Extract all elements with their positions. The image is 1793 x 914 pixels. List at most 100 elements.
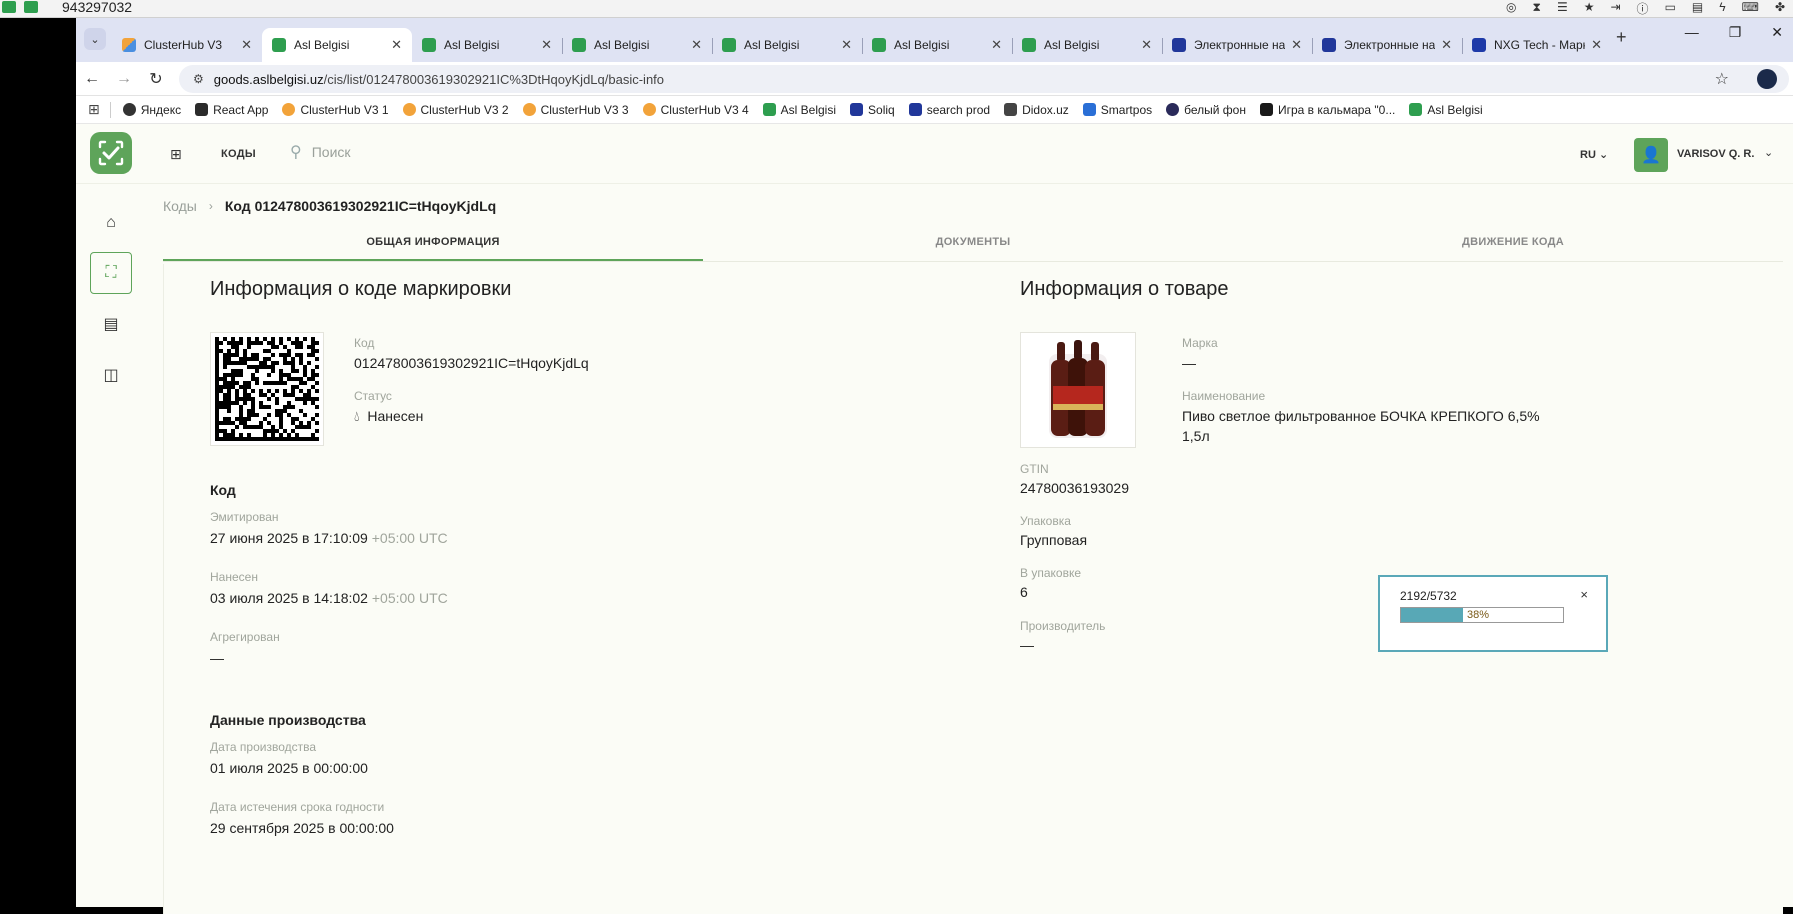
- scan-frame-icon[interactable]: ⛶: [90, 252, 132, 294]
- bookmark-label: Soliq: [868, 102, 895, 117]
- browser-tab[interactable]: Asl Belgisi ✕: [562, 30, 712, 60]
- window-controls: — ❐ ✕: [1685, 24, 1793, 41]
- tab-bar: ⌄ ClusterHub V3 ✕ Asl Belgisi ✕ Asl Belgisi ✕…: [76, 18, 1793, 62]
- user-avatar-icon[interactable]: 👤: [1634, 138, 1668, 172]
- tab-favicon-icon: [722, 38, 736, 52]
- bookmark-star-icon[interactable]: ☆: [1715, 69, 1729, 89]
- search-input[interactable]: [311, 144, 612, 160]
- site-settings-icon[interactable]: ⚙: [193, 72, 204, 86]
- tab-close-icon[interactable]: ✕: [1291, 37, 1302, 53]
- bookmark-item[interactable]: ClusterHub V3 4: [642, 103, 749, 117]
- login-icon[interactable]: ⇥: [1610, 0, 1620, 17]
- bookmark-label: React App: [213, 102, 269, 117]
- progress-popup: 2192/5732 × 38%: [1378, 575, 1608, 652]
- comment-icon[interactable]: ▤: [1692, 0, 1703, 17]
- tab-title: Asl Belgisi: [1044, 38, 1100, 52]
- database-icon[interactable]: ☰: [1557, 0, 1568, 17]
- bolt-icon[interactable]: ϟ: [1719, 0, 1725, 17]
- browser-tab[interactable]: Asl Belgisi ✕: [412, 30, 562, 60]
- bookmark-item[interactable]: белый фон: [1166, 103, 1246, 117]
- bookmark-item[interactable]: Игра в кальмара "0...: [1259, 103, 1395, 117]
- user-name[interactable]: VARISOV Q. R.: [1677, 148, 1754, 160]
- tab-close-icon[interactable]: ✕: [391, 37, 402, 53]
- browser-tab[interactable]: Электронные на ✕: [1162, 30, 1312, 60]
- back-arrow-icon[interactable]: ←: [76, 70, 108, 88]
- url-field[interactable]: ⚙ goods.aslbelgisi.uz/cis/list/012478003…: [179, 65, 1789, 93]
- bookmark-favicon-icon: [908, 103, 922, 116]
- tab-close-icon[interactable]: ✕: [691, 37, 702, 53]
- bookmark-item[interactable]: ClusterHub V3 2: [402, 103, 509, 117]
- tab-close-icon[interactable]: ✕: [841, 37, 852, 53]
- production-date-label: Дата производства: [210, 740, 317, 754]
- tab-documents[interactable]: ДОКУМЕНТЫ: [703, 222, 1243, 261]
- language-select[interactable]: RU ⌄: [1580, 148, 1608, 161]
- producer-value: —: [1020, 637, 1034, 653]
- extension-icon[interactable]: ✤: [1775, 0, 1785, 17]
- tab-title: Asl Belgisi: [744, 38, 800, 52]
- bookmark-label: Яндекс: [140, 102, 182, 117]
- browser-tab[interactable]: Asl Belgisi ✕: [712, 30, 862, 60]
- star-icon[interactable]: ★: [1584, 0, 1595, 17]
- tab-title: Asl Belgisi: [294, 38, 350, 52]
- bookmark-item[interactable]: Smartpos: [1082, 103, 1152, 117]
- breadcrumb: Коды › Код 012478003619302921IC=tHqoyKjd…: [163, 198, 496, 214]
- app-header: ⊞ КОДЫ ⚲ RU ⌄ 👤 VARISOV Q. R. ⌄: [76, 124, 1793, 184]
- tab-close-icon[interactable]: ✕: [1441, 37, 1452, 53]
- applied-datetime: 03 июля 2025 в 14:18:02: [210, 590, 368, 606]
- browser-tab[interactable]: Asl Belgisi ✕: [262, 28, 412, 62]
- nav-codes-link[interactable]: КОДЫ: [221, 148, 256, 160]
- window-icon[interactable]: ▭: [1665, 0, 1676, 17]
- tab-general-info[interactable]: ОБЩАЯ ИНФОРМАЦИЯ: [163, 222, 703, 261]
- close-window-icon[interactable]: ✕: [1771, 24, 1783, 41]
- browser-tab[interactable]: NXG Tech - Марк ✕: [1462, 30, 1612, 60]
- tab-close-icon[interactable]: ✕: [991, 37, 1002, 53]
- expiry-date-label: Дата истечения срока годности: [210, 800, 385, 814]
- keyboard-icon[interactable]: ⌨: [1742, 0, 1759, 17]
- bookmark-item[interactable]: Didox.uz: [1004, 103, 1069, 117]
- info-icon[interactable]: ⓘ: [1637, 0, 1649, 17]
- chart-box-icon[interactable]: ◫: [90, 354, 132, 396]
- apps-grid-icon[interactable]: ⊞: [88, 101, 100, 118]
- tab-code-movement[interactable]: ДВИЖЕНИЕ КОДА: [1243, 222, 1783, 261]
- reload-icon[interactable]: ↻: [140, 69, 172, 89]
- forward-arrow-icon[interactable]: →: [108, 70, 140, 88]
- document-icon[interactable]: ▤: [90, 303, 132, 345]
- search-box: ⚲: [290, 142, 612, 162]
- browser-tab[interactable]: ClusterHub V3 ✕: [112, 30, 262, 60]
- tab-close-icon[interactable]: ✕: [1591, 37, 1602, 53]
- tab-search-chevron-icon[interactable]: ⌄: [84, 28, 106, 50]
- restore-icon[interactable]: ❐: [1729, 24, 1742, 41]
- bookmark-item[interactable]: Soliq: [850, 103, 895, 117]
- bookmark-item[interactable]: Asl Belgisi: [1409, 103, 1483, 117]
- home-icon[interactable]: ⌂: [90, 202, 132, 244]
- bookmark-favicon-icon: [1082, 103, 1096, 116]
- expiry-date-value: 29 сентября 2025 в 00:00:00: [210, 820, 394, 836]
- producer-label: Производитель: [1020, 619, 1106, 633]
- hourglass-icon[interactable]: ⧗: [1533, 0, 1541, 17]
- user-menu-chevron-icon[interactable]: ⌄: [1764, 146, 1773, 159]
- bookmark-item[interactable]: Asl Belgisi: [762, 103, 836, 117]
- bookmark-label: ClusterHub V3 1: [300, 102, 389, 117]
- tab-close-icon[interactable]: ✕: [1141, 37, 1152, 53]
- bookmark-item[interactable]: search prod: [908, 103, 990, 117]
- minimize-icon[interactable]: —: [1685, 24, 1699, 41]
- browser-tab[interactable]: Asl Belgisi ✕: [862, 30, 1012, 60]
- bookmark-item[interactable]: ClusterHub V3 3: [522, 103, 629, 117]
- bookmark-item[interactable]: ClusterHub V3 1: [282, 102, 389, 117]
- new-tab-plus-icon[interactable]: +: [1616, 27, 1627, 48]
- breadcrumb-codes-link[interactable]: Коды: [163, 198, 197, 214]
- bookmark-item[interactable]: Яндекс: [122, 102, 182, 117]
- tab-close-icon[interactable]: ✕: [541, 37, 552, 53]
- tab-favicon-icon: [872, 38, 886, 52]
- menu-grid-icon[interactable]: ⊞: [170, 146, 182, 163]
- close-icon[interactable]: ×: [1580, 587, 1588, 602]
- tab-close-icon[interactable]: ✕: [241, 37, 252, 53]
- browser-tab[interactable]: Электронные на ✕: [1312, 30, 1462, 60]
- tab-favicon-icon: [572, 38, 586, 52]
- page-tabs: ОБЩАЯ ИНФОРМАЦИЯ ДОКУМЕНТЫ ДВИЖЕНИЕ КОДА: [163, 222, 1783, 262]
- profile-avatar[interactable]: [1757, 69, 1777, 89]
- bookmark-item[interactable]: React App: [195, 103, 268, 117]
- asl-belgisi-logo[interactable]: [90, 132, 132, 174]
- browser-tab[interactable]: Asl Belgisi ✕: [1012, 30, 1162, 60]
- eye-off-icon[interactable]: ◎: [1506, 0, 1516, 17]
